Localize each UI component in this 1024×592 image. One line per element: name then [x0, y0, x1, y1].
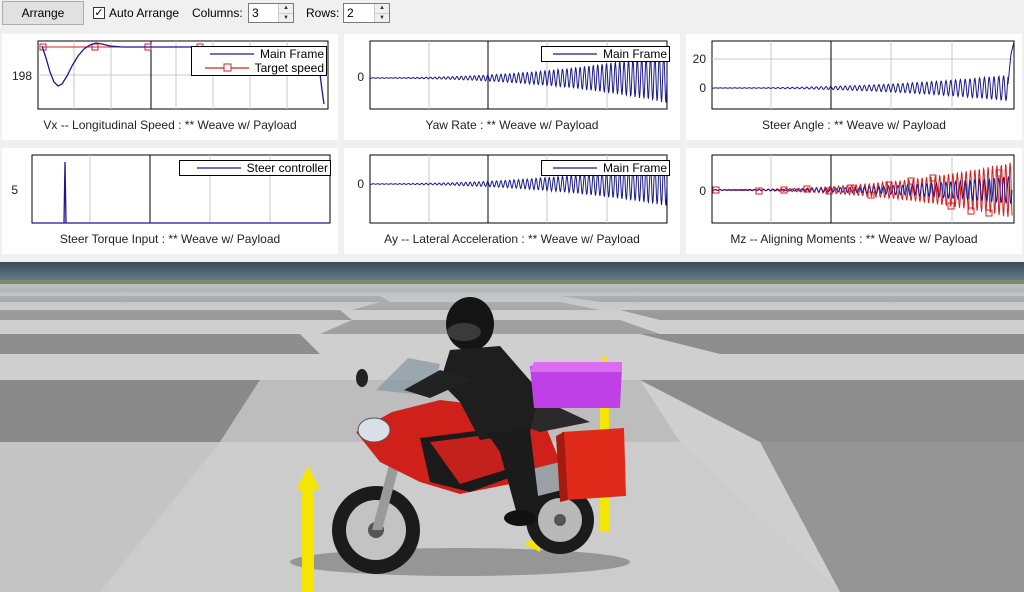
vx-legend: Main Frame Target speed	[191, 46, 327, 76]
legend-main-frame: Main Frame	[602, 47, 667, 61]
yaw-ytick: 0	[357, 70, 364, 84]
rows-value[interactable]: 2	[344, 4, 374, 22]
toolbar: Arrange ✓ Auto Arrange Columns: 3 ▲ ▼ Ro…	[0, 0, 1024, 28]
plot-yaw-title: Yaw Rate : ** Weave w/ Payload	[425, 118, 599, 132]
columns-spinner[interactable]: 3 ▲ ▼	[248, 3, 294, 23]
legend-main-frame: Main Frame	[602, 161, 667, 175]
rows-spinner[interactable]: 2 ▲ ▼	[343, 3, 390, 23]
columns-up-icon[interactable]: ▲	[279, 4, 293, 13]
legend-target-speed: Target speed	[254, 61, 324, 75]
3d-viewport[interactable]	[0, 262, 1024, 592]
steer-angle-ytick-0: 0	[699, 81, 706, 95]
vx-ytick: 198	[11, 69, 32, 83]
legend-steer-controller: Steer controller	[246, 161, 328, 175]
plot-panel-ay[interactable]: 0 Main Frame Ay -- Lateral Acceleration …	[344, 148, 680, 254]
plot-vx-title: Vx -- Longitudinal Speed : ** Weave w/ P…	[43, 118, 297, 132]
plot-panel-steer-torque[interactable]: 5 Steer controller Steer Torque Input : …	[2, 148, 338, 254]
scene-canvas	[0, 262, 1024, 592]
legend-main-frame: Main Frame	[259, 47, 324, 61]
plot-steer-torque-title: Steer Torque Input : ** Weave w/ Payload	[59, 232, 281, 246]
plot-panel-steer-angle[interactable]: 20 0 Steer Angle : ** Weave w/ Payload	[686, 34, 1022, 140]
plot-mz-title: Mz -- Aligning Moments : ** Weave w/ Pay…	[730, 232, 978, 246]
auto-arrange-label: Auto Arrange	[109, 6, 180, 20]
auto-arrange-checkbox[interactable]: ✓ Auto Arrange	[93, 6, 179, 20]
rows-label: Rows:	[306, 6, 340, 20]
mz-ytick: 0	[699, 184, 706, 198]
plot-panel-yaw-rate[interactable]: 0 Main Frame Yaw Rate : ** Weave w/ Payl…	[344, 34, 680, 140]
steer-torque-legend: Steer controller	[179, 160, 331, 176]
columns-value[interactable]: 3	[249, 4, 278, 22]
plot-steer-angle-title: Steer Angle : ** Weave w/ Payload	[762, 118, 946, 132]
ay-ytick: 0	[357, 177, 364, 191]
columns-label: Columns:	[192, 6, 243, 20]
steer-torque-ytick: 5	[11, 183, 18, 197]
yaw-legend: Main Frame	[541, 46, 670, 62]
arrange-button[interactable]: Arrange	[2, 1, 84, 25]
columns-down-icon[interactable]: ▼	[279, 12, 293, 22]
plot-panel-vx[interactable]: 198 Main Frame Target speed Vx -- Longit…	[2, 34, 338, 140]
checkmark-icon[interactable]: ✓	[93, 7, 105, 19]
rows-up-icon[interactable]: ▲	[375, 4, 389, 13]
ay-legend: Main Frame	[541, 160, 670, 176]
rows-down-icon[interactable]: ▼	[375, 12, 389, 22]
plot-panel-mz[interactable]: 0 Mz -- Aligning Moments : ** Weave w/ P…	[686, 148, 1022, 254]
plot-ay-title: Ay -- Lateral Acceleration : ** Weave w/…	[384, 232, 640, 246]
steer-angle-ytick-20: 20	[692, 52, 706, 66]
